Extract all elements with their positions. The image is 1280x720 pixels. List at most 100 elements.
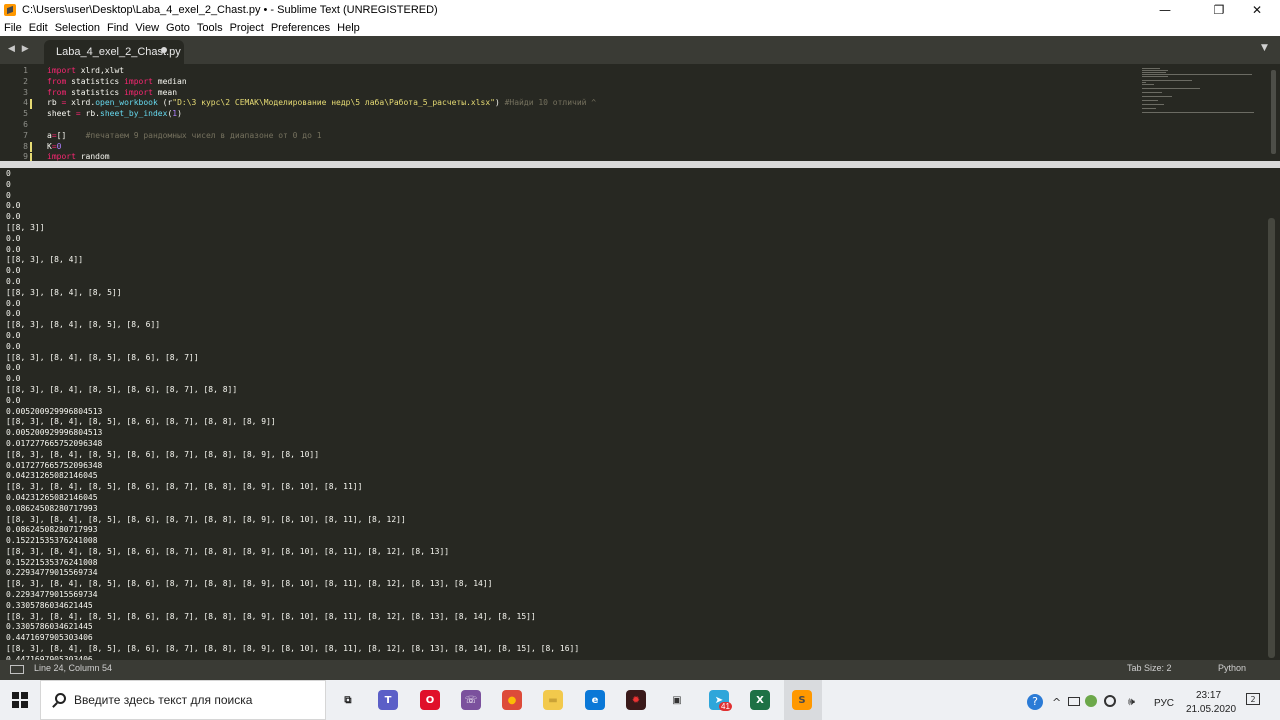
output-line: 0.0 bbox=[6, 201, 21, 211]
panel-toggle-icon[interactable] bbox=[10, 665, 24, 674]
network-app-icon[interactable] bbox=[1085, 695, 1097, 707]
title-bar: C:\Users\user\Desktop\Laba_4_exel_2_Chas… bbox=[0, 0, 1280, 20]
output-line: [[8, 3], [8, 4], [8, 5], [8, 6], [8, 7],… bbox=[6, 579, 493, 589]
output-line: 0.0 bbox=[6, 212, 21, 222]
help-icon[interactable]: ? bbox=[1027, 694, 1043, 710]
tab-list-dropdown-icon[interactable]: ▼ bbox=[1261, 43, 1268, 53]
clock-time[interactable]: 23:17 bbox=[1196, 690, 1221, 701]
code-line: from statistics import mean bbox=[47, 87, 178, 97]
code-line: rb = xlrd.open_workbook (r"D:\3 курс\2 С… bbox=[47, 98, 597, 108]
clock-date[interactable]: 21.05.2020 bbox=[1186, 704, 1236, 715]
output-line: 0.0 bbox=[6, 266, 21, 276]
tab-laba-4-exel-2-chast[interactable]: Laba_4_exel_2_Chast.py bbox=[44, 40, 184, 64]
line-number: 2 bbox=[23, 76, 28, 86]
menu-bar: File Edit Selection Find View Goto Tools… bbox=[0, 20, 1280, 36]
teams-icon[interactable]: T bbox=[378, 690, 398, 710]
output-scrollbar[interactable] bbox=[1268, 218, 1275, 658]
menu-find[interactable]: Find bbox=[107, 22, 128, 34]
language-indicator[interactable]: РУС bbox=[1154, 698, 1174, 709]
tab-nav-arrows-icon[interactable]: ◀ ▶ bbox=[8, 44, 31, 54]
wifi-icon[interactable] bbox=[1104, 695, 1116, 707]
status-bar: Line 24, Column 54 Tab Size: 2 Python bbox=[0, 660, 1280, 680]
output-line: 0.005200929996804513 bbox=[6, 406, 103, 416]
minimize-button[interactable]: — bbox=[1142, 0, 1188, 20]
minimap[interactable] bbox=[1140, 66, 1268, 126]
output-line: 0.0 bbox=[6, 330, 21, 340]
line-number: 7 bbox=[23, 130, 28, 140]
edge-icon[interactable]: e bbox=[585, 690, 605, 710]
output-line: 0.017277665752096348 bbox=[6, 438, 103, 448]
output-line: 0.4471697905303406 bbox=[6, 633, 93, 643]
game-app-icon[interactable]: ✹ bbox=[626, 690, 646, 710]
close-button[interactable]: ✕ bbox=[1234, 0, 1280, 20]
file-explorer-icon[interactable]: ▬ bbox=[543, 690, 563, 710]
notifications-icon[interactable]: 2 bbox=[1246, 693, 1260, 705]
syntax-indicator[interactable]: Python bbox=[1218, 663, 1246, 673]
sublime-icon[interactable]: S bbox=[792, 690, 812, 710]
code-lines: import xlrd,xlwt from statistics import … bbox=[47, 66, 1137, 161]
chrome-icon[interactable]: ● bbox=[502, 690, 522, 710]
tab-bar: ◀ ▶ Laba_4_exel_2_Chast.py ▼ bbox=[0, 36, 1280, 64]
cursor-position: Line 24, Column 54 bbox=[34, 663, 113, 673]
line-number: 6 bbox=[23, 119, 28, 129]
output-line: [[8, 3], [8, 4], [8, 5], [8, 6], [8, 7],… bbox=[6, 417, 276, 427]
menu-file[interactable]: File bbox=[4, 22, 22, 34]
modified-line-marker bbox=[30, 153, 32, 161]
taskbar-search-box[interactable]: Введите здесь текст для поиска bbox=[40, 680, 326, 720]
output-line: 0.22934779015569734 bbox=[6, 590, 98, 600]
chevron-up-icon[interactable]: ^ bbox=[1052, 696, 1061, 709]
output-line: [[8, 3], [8, 4], [8, 5]] bbox=[6, 287, 122, 297]
search-placeholder: Введите здесь текст для поиска bbox=[74, 693, 253, 707]
menu-goto[interactable]: Goto bbox=[166, 22, 190, 34]
modified-line-marker bbox=[30, 99, 32, 109]
output-line: 0.0 bbox=[6, 309, 21, 319]
editor-scrollbar[interactable] bbox=[1271, 70, 1276, 154]
line-number: 8 bbox=[23, 141, 28, 151]
menu-tools[interactable]: Tools bbox=[197, 22, 223, 34]
output-line: [[8, 3], [8, 4], [8, 5], [8, 6], [8, 7],… bbox=[6, 384, 238, 394]
output-line: 0.0 bbox=[6, 363, 21, 373]
output-line: 0.0 bbox=[6, 341, 21, 351]
line-number: 9 bbox=[23, 152, 28, 161]
output-line: 0.0 bbox=[6, 395, 21, 405]
output-line: 0.0 bbox=[6, 233, 21, 243]
menu-edit[interactable]: Edit bbox=[29, 22, 48, 34]
code-editor[interactable]: 1 2 3 4 5 6 7 8 9 import xlrd,xlwt from … bbox=[0, 64, 1280, 161]
tab-size-indicator[interactable]: Tab Size: 2 bbox=[1127, 663, 1172, 673]
battery-icon[interactable] bbox=[1068, 697, 1080, 706]
code-line: K=0 bbox=[47, 141, 62, 151]
code-line: import xlrd,xlwt bbox=[47, 66, 125, 75]
output-line: 0.15221535376241008 bbox=[6, 536, 98, 546]
code-line: import random bbox=[47, 152, 110, 161]
code-line: sheet = rb.sheet_by_index(1) bbox=[47, 109, 182, 119]
output-panel-splitter[interactable] bbox=[0, 161, 1280, 168]
menu-help[interactable]: Help bbox=[337, 22, 360, 34]
output-line: [[8, 3], [8, 4], [8, 5], [8, 6], [8, 7],… bbox=[6, 611, 536, 621]
line-number: 5 bbox=[23, 109, 28, 119]
window-title: C:\Users\user\Desktop\Laba_4_exel_2_Chas… bbox=[22, 4, 438, 16]
store-icon[interactable]: ▣ bbox=[667, 690, 687, 710]
output-line: 0 bbox=[6, 190, 11, 200]
output-line: 0.3305786034621445 bbox=[6, 622, 93, 632]
build-output-panel[interactable]: 0 0 0 0.0 0.0 [[8, 3]] 0.0 0.0 [[8, 3], [8, 4]] 0… bbox=[0, 168, 1280, 660]
menu-preferences[interactable]: Preferences bbox=[271, 22, 330, 34]
line-number: 4 bbox=[23, 98, 28, 108]
output-line: [[8, 3]] bbox=[6, 222, 45, 232]
menu-selection[interactable]: Selection bbox=[55, 22, 100, 34]
output-line: [[8, 3], [8, 4], [8, 5], [8, 6], [8, 7]] bbox=[6, 352, 199, 362]
output-line: [[8, 3], [8, 4], [8, 5], [8, 6]] bbox=[6, 320, 161, 330]
task-view-icon[interactable]: ⧉ bbox=[338, 690, 358, 710]
viber-icon[interactable]: ☏ bbox=[461, 690, 481, 710]
output-line: [[8, 3], [8, 4], [8, 5], [8, 6], [8, 7],… bbox=[6, 546, 450, 556]
output-line: 0.08624508280717993 bbox=[6, 503, 98, 513]
menu-view[interactable]: View bbox=[135, 22, 159, 34]
excel-icon[interactable]: X bbox=[750, 690, 770, 710]
opera-icon[interactable]: O bbox=[420, 690, 440, 710]
windows-start-icon[interactable] bbox=[12, 692, 28, 708]
output-line: [[8, 3], [8, 4]] bbox=[6, 255, 84, 265]
menu-project[interactable]: Project bbox=[230, 22, 264, 34]
unsaved-dot-icon[interactable] bbox=[161, 47, 167, 53]
output-line: 0.04231265082146045 bbox=[6, 492, 98, 502]
volume-icon[interactable]: 🕪 bbox=[1128, 695, 1135, 709]
